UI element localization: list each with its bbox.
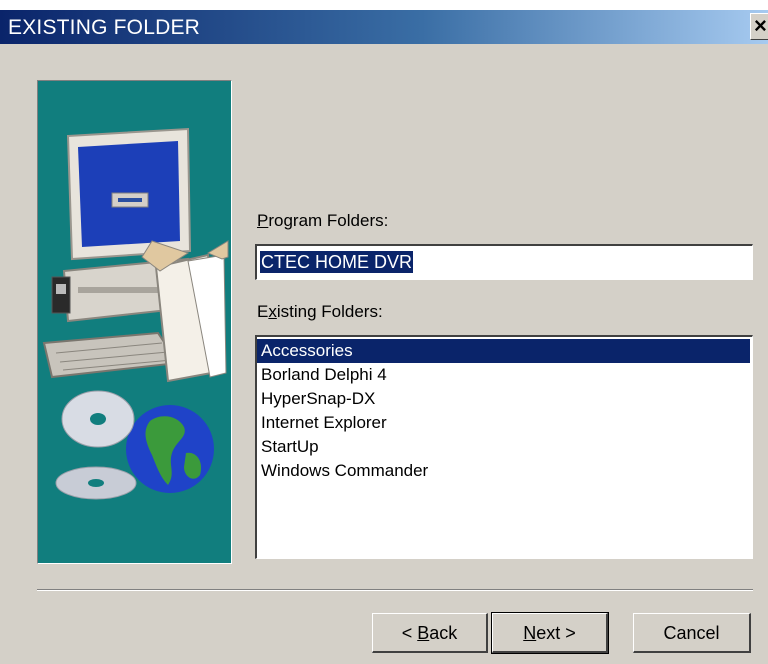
list-item[interactable]: HyperSnap-DX [257, 387, 750, 411]
list-item[interactable]: Accessories [257, 339, 750, 363]
window-title: EXISTING FOLDER [8, 16, 201, 39]
list-item[interactable]: Windows Commander [257, 459, 750, 483]
title-bar[interactable]: EXISTING FOLDER × [0, 10, 768, 44]
program-folders-label: Program Folders: [257, 211, 389, 230]
existing-folders-list[interactable]: Accessories Borland Delphi 4 HyperSnap-D… [255, 335, 753, 559]
program-folders-value: CTEC HOME DVR [260, 251, 414, 273]
close-button[interactable]: × [750, 13, 768, 40]
list-item[interactable]: Internet Explorer [257, 411, 750, 435]
cancel-button[interactable]: Cancel [633, 613, 751, 653]
computer-globe-illustration [42, 127, 229, 500]
back-button[interactable]: < Back [372, 613, 488, 653]
program-folders-input[interactable]: CTEC HOME DVR [255, 244, 753, 280]
existing-folders-label: Existing Folders: [257, 302, 383, 321]
setup-dialog: EXISTING FOLDER × Program Folders: CTEC … [0, 10, 768, 664]
next-button[interactable]: Next > [491, 612, 609, 654]
close-icon: × [754, 13, 767, 38]
list-item[interactable]: StartUp [257, 435, 750, 459]
setup-banner-image [37, 80, 232, 564]
divider-highlight [37, 590, 753, 591]
list-item[interactable]: Borland Delphi 4 [257, 363, 750, 387]
